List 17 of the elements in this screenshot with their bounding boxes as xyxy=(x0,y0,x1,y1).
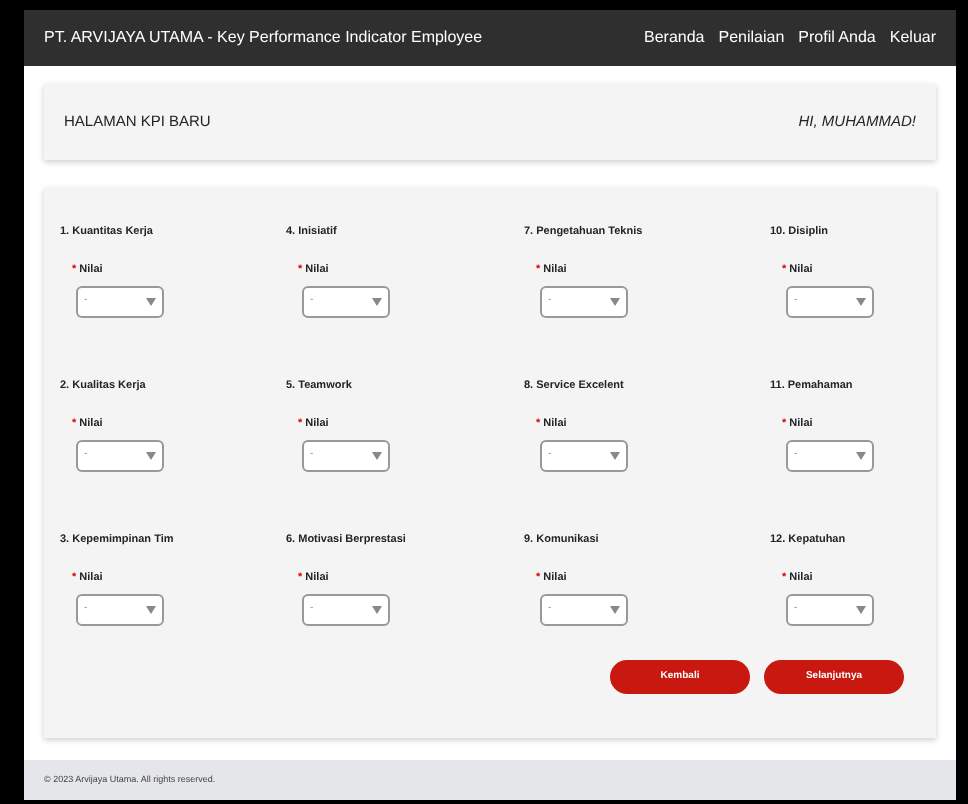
dropdown-caret-icon xyxy=(372,606,382,614)
dropdown-caret-icon xyxy=(610,606,620,614)
nav-link[interactable]: Beranda xyxy=(644,26,705,50)
brand-title[interactable]: PT. ARVIJAYA UTAMA - Key Performance Indicator Employee xyxy=(44,26,483,50)
dropdown-caret-icon xyxy=(856,452,866,460)
dropdown-caret-icon xyxy=(856,606,866,614)
dropdown-caret-icon xyxy=(372,452,382,460)
dropdown-caret-icon xyxy=(372,298,382,306)
dropdown-caret-icon xyxy=(146,606,156,614)
dropdown-caret-icon xyxy=(610,452,620,460)
dropdown-caret-icon xyxy=(610,298,620,306)
dropdown-caret-icon xyxy=(146,298,156,306)
nav-link[interactable]: Penilaian xyxy=(718,26,785,50)
nav-link[interactable]: Keluar xyxy=(889,26,936,50)
nav-link[interactable]: Profil Anda xyxy=(798,26,876,50)
dropdown-caret-icon xyxy=(856,298,866,306)
dropdown-caret-icon xyxy=(146,452,156,460)
